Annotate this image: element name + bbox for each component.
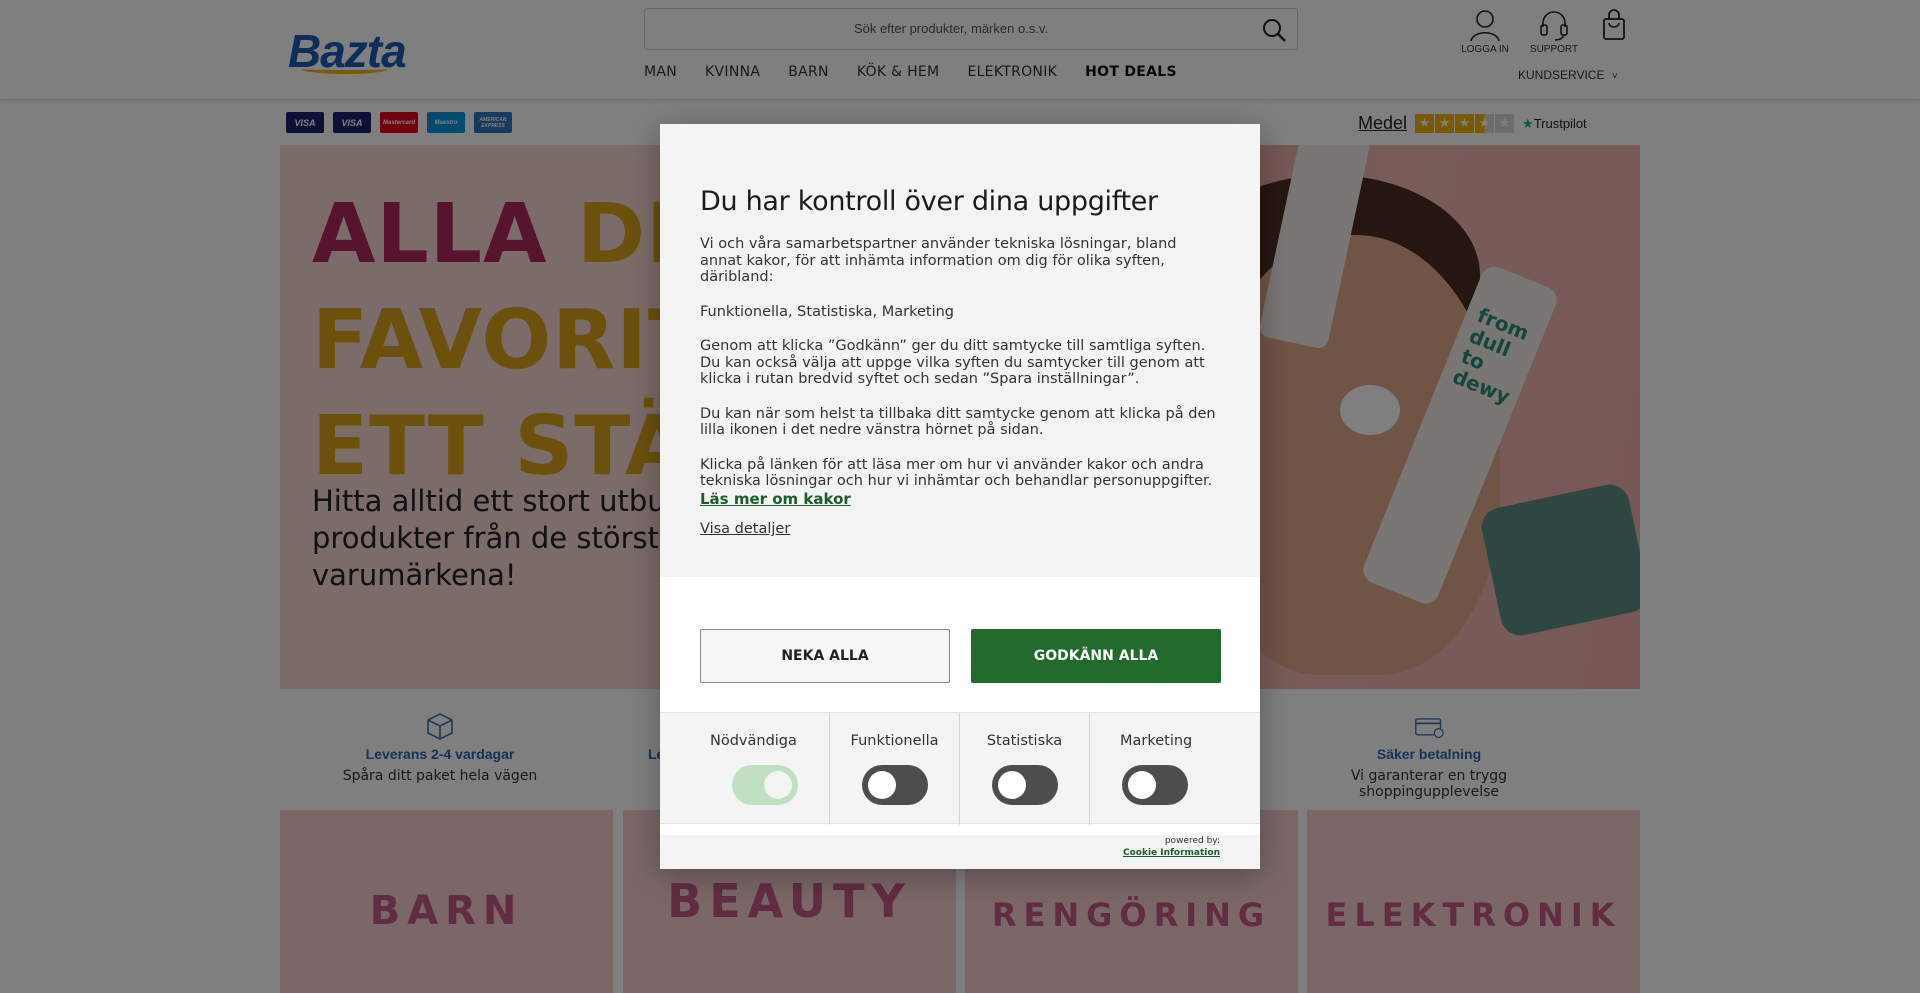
necessary-toggle [732, 765, 798, 805]
cookie-paragraph: Du kan när som helst ta tillbaka ditt sa… [700, 405, 1216, 439]
cookie-paragraph: Klicka på länken för att läsa mer om hur… [700, 456, 1213, 490]
statistics-toggle[interactable] [992, 765, 1058, 805]
toggle-knob [764, 771, 792, 799]
toggle-knob [1128, 771, 1156, 799]
cookie-category-label: Statistiska [986, 733, 1063, 749]
cookie-information-link[interactable]: Cookie Information [1123, 847, 1220, 859]
cookie-dialog-title: Du har kontroll över dina uppgifter [700, 186, 1158, 217]
cookie-category-marketing: Marketing [1090, 713, 1260, 825]
show-details-link[interactable]: Visa detaljer [700, 521, 790, 537]
cookie-paragraph: Genom att klicka ”Godkänn” ger du ditt s… [700, 338, 1206, 387]
cookie-category-label: Funktionella [850, 733, 939, 749]
cookie-category-necessary: Nödvändiga [660, 713, 830, 825]
accept-all-button[interactable]: GODKÄNN ALLA [971, 629, 1221, 683]
cookie-category-label: Nödvändiga [710, 733, 797, 749]
powered-by: powered by: Cookie Information [1123, 835, 1220, 859]
cookie-paragraph: Vi och våra samarbetspartner använder te… [700, 236, 1177, 285]
deny-all-button[interactable]: NEKA ALLA [700, 629, 950, 683]
cookie-category-functional: Funktionella [830, 713, 960, 825]
cookie-category-statistics: Statistiska [960, 713, 1090, 825]
functional-toggle[interactable] [862, 765, 928, 805]
toggle-knob [998, 771, 1026, 799]
read-more-cookies-link[interactable]: Läs mer om kakor [700, 490, 851, 508]
cookie-category-label: Marketing [1120, 733, 1193, 749]
toggle-knob [868, 771, 896, 799]
cookie-categories: Nödvändiga Funktionella Statistiska Mark… [660, 712, 1260, 825]
cookie-dialog-body: Vi och våra samarbetspartner använder te… [700, 236, 1220, 508]
cookie-paragraph: Funktionella, Statistiska, Marketing [700, 303, 955, 320]
cookie-consent-dialog: Du har kontroll över dina uppgifter Vi o… [660, 124, 1260, 869]
marketing-toggle[interactable] [1122, 765, 1188, 805]
powered-by-text: powered by: [1164, 836, 1220, 846]
